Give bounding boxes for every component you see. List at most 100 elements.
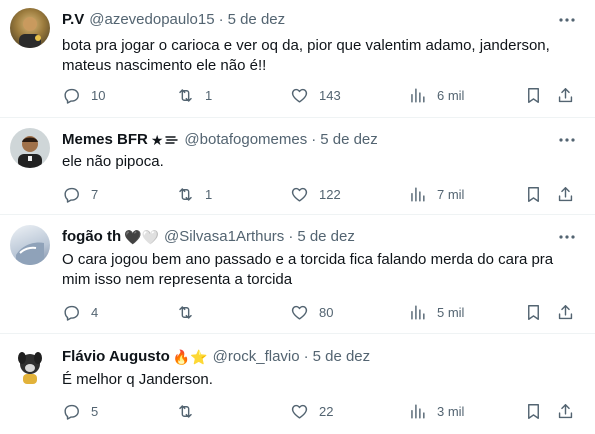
more-icon[interactable] (557, 130, 577, 150)
retweet-button[interactable] (176, 401, 205, 421)
reply-icon (64, 404, 79, 420)
reply-feed: P.V @azevedopaulo15 · 5 de dez bota pra … (0, 0, 595, 434)
separator-dot: · (311, 131, 317, 148)
retweet-icon (179, 404, 192, 418)
retweet-icon (179, 88, 192, 102)
tweet-text-line: bota pra jogar o carioca e ver oq da, pi… (62, 37, 550, 54)
views-button[interactable]: 3 mil (408, 401, 464, 421)
views-icon (411, 186, 425, 202)
like-button[interactable]: 22 (290, 401, 333, 421)
reply-button[interactable]: 10 (62, 85, 105, 105)
tweet-date[interactable]: 5 de dez (228, 10, 286, 30)
reply-button[interactable]: 5 (62, 401, 98, 421)
action-bar: 5 22 3 mil (62, 401, 582, 421)
views-count: 3 mil (437, 403, 465, 419)
reply-button[interactable]: 4 (62, 302, 98, 322)
share-icon (558, 304, 573, 319)
avatar[interactable] (10, 128, 50, 168)
separator-dot: · (218, 11, 224, 28)
tweet-date[interactable]: 5 de dez (313, 347, 371, 367)
separator-dot: · (303, 348, 309, 365)
bookmark-button[interactable] (524, 401, 543, 421)
separator-dot: · (288, 228, 294, 245)
views-count: 5 mil (437, 304, 465, 320)
tweet-text-line: mateus nascimento ele não é!! (62, 57, 267, 74)
views-button[interactable]: 5 mil (408, 302, 464, 322)
share-button[interactable] (556, 401, 575, 421)
tweet[interactable]: Memes BFR ★ @botafogomemes · 5 de dez el… (0, 118, 595, 215)
retweet-count: 1 (205, 87, 213, 103)
share-icon (558, 87, 573, 102)
avatar[interactable] (10, 225, 50, 265)
views-button[interactable]: 6 mil (408, 85, 464, 105)
reply-count: 4 (91, 304, 99, 320)
author-badge: 🖤🤍 (124, 229, 160, 245)
retweet-button[interactable]: 1 (176, 184, 212, 204)
bookmark-button[interactable] (524, 302, 543, 322)
more-icon[interactable] (557, 227, 577, 247)
retweet-button[interactable]: 1 (176, 85, 212, 105)
like-icon (291, 404, 308, 419)
like-icon (291, 88, 308, 103)
reply-icon (64, 88, 79, 104)
tweet-text: É melhor q Janderson. (62, 370, 577, 390)
like-count: 80 (319, 304, 334, 320)
author-name[interactable]: fogão th (62, 227, 121, 247)
retweet-icon (179, 305, 192, 319)
action-bar: 4 80 5 mil (62, 302, 582, 322)
views-count: 6 mil (437, 87, 465, 103)
avatar[interactable] (10, 8, 50, 48)
bookmark-icon (528, 186, 539, 202)
like-count: 143 (319, 87, 341, 103)
like-icon (291, 305, 308, 320)
share-icon (558, 186, 573, 201)
like-button[interactable]: 143 (290, 85, 341, 105)
author-handle[interactable]: @Silvasa1Arthurs (164, 227, 284, 247)
author-badge: 🔥⭐ (172, 349, 208, 365)
views-icon (411, 403, 425, 419)
action-bar: 10 1 143 6 mil (62, 85, 582, 105)
share-button[interactable] (556, 302, 575, 322)
views-button[interactable]: 7 mil (408, 184, 464, 204)
share-button[interactable] (556, 85, 575, 105)
tweet[interactable]: Flávio Augusto 🔥⭐ @rock_flavio · 5 de de… (0, 334, 595, 434)
author-badge: ★ (150, 132, 164, 148)
author-handle[interactable]: @azevedopaulo15 (89, 10, 214, 30)
tweet-header: Flávio Augusto 🔥⭐ @rock_flavio · 5 de de… (62, 347, 370, 367)
reply-icon (64, 305, 79, 321)
tweet-date[interactable]: 5 de dez (320, 130, 378, 150)
bookmark-button[interactable] (524, 85, 543, 105)
like-icon (291, 187, 308, 202)
tweet-text: bota pra jogar o carioca e ver oq da, pi… (62, 36, 577, 76)
views-icon (411, 304, 425, 320)
bookmark-button[interactable] (524, 184, 543, 204)
views-count: 7 mil (437, 186, 465, 202)
author-handle[interactable]: @botafogomemes (184, 130, 307, 150)
reply-button[interactable]: 7 (62, 184, 98, 204)
tweet-header: Memes BFR ★ @botafogomemes · 5 de dez (62, 130, 378, 150)
reply-count: 7 (91, 186, 99, 202)
tweet-text-line: O cara jogou bem ano passado e a torcida… (62, 251, 554, 268)
reply-count: 5 (91, 403, 99, 419)
action-bar: 7 1 122 7 mil (62, 184, 582, 204)
like-button[interactable]: 122 (290, 184, 341, 204)
tweet-text-line: É melhor q Janderson. (62, 371, 213, 388)
avatar[interactable] (10, 346, 50, 386)
author-name[interactable]: Memes BFR (62, 130, 148, 150)
author-handle[interactable]: @rock_flavio (213, 347, 300, 367)
share-button[interactable] (556, 184, 575, 204)
reply-icon (64, 187, 79, 203)
tweet[interactable]: fogão th 🖤🤍 @Silvasa1Arthurs · 5 de dez … (0, 215, 595, 334)
like-button[interactable]: 80 (290, 302, 333, 322)
like-count: 22 (319, 403, 334, 419)
author-name[interactable]: Flávio Augusto (62, 347, 170, 367)
retweet-count: 1 (205, 186, 213, 202)
reply-count: 10 (91, 87, 106, 103)
tweet[interactable]: P.V @azevedopaulo15 · 5 de dez bota pra … (0, 0, 595, 118)
more-icon[interactable] (557, 10, 577, 30)
views-icon (411, 87, 425, 103)
share-icon (558, 403, 573, 418)
author-name[interactable]: P.V (62, 10, 84, 30)
retweet-button[interactable] (176, 302, 205, 322)
tweet-date[interactable]: 5 de dez (297, 227, 355, 247)
